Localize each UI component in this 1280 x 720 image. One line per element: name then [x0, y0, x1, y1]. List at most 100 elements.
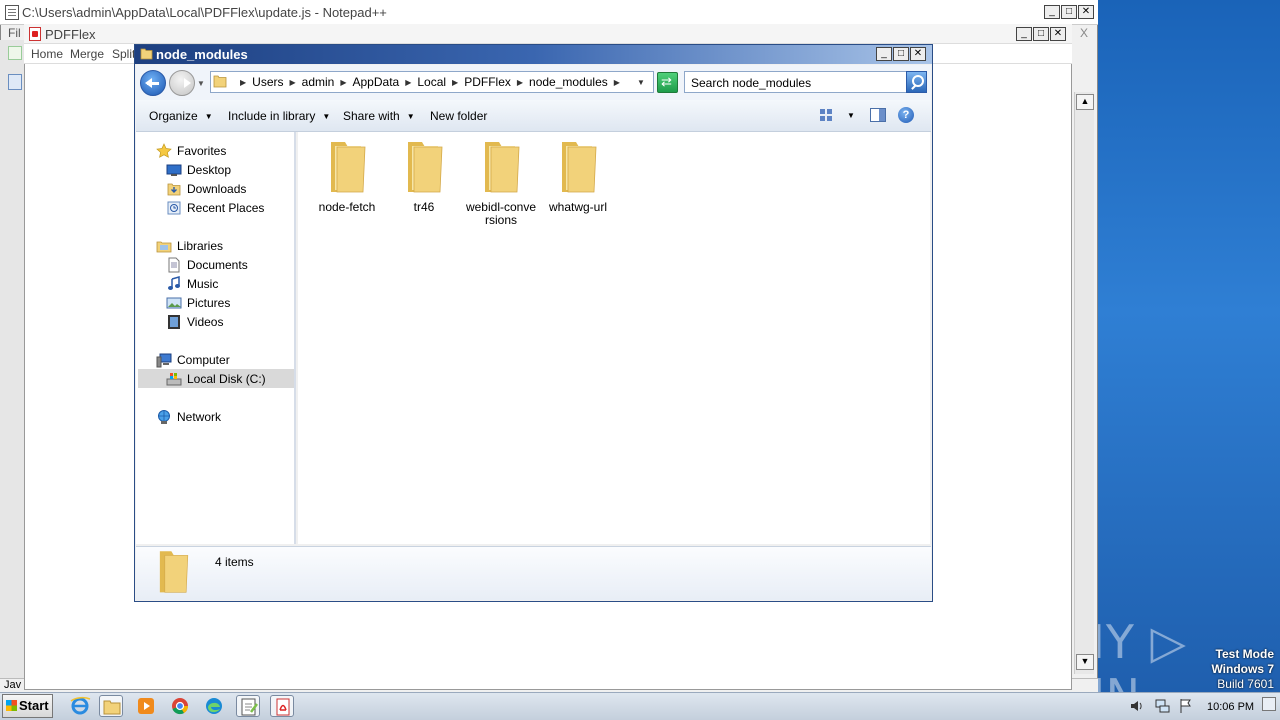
nav-item-documents[interactable]: Documents	[166, 255, 248, 274]
notepadpp-vertical-scrollbar[interactable]: ▲ ▼	[1074, 92, 1094, 674]
breadcrumb-arrow-icon[interactable]: ▶	[405, 78, 411, 87]
nav-item-libraries[interactable]: Libraries	[156, 236, 223, 255]
network-tray-icon[interactable]	[1154, 698, 1170, 714]
explorer-minimize-button[interactable]: _	[876, 47, 892, 61]
breadcrumb-node-modules[interactable]: node_modules	[529, 75, 608, 89]
notepadpp-menu-file[interactable]: Fil	[8, 26, 21, 40]
notepadpp-doc-tab-icon[interactable]	[8, 74, 22, 90]
include-in-library-button[interactable]: Include in library ▼	[228, 109, 330, 123]
breadcrumb-users[interactable]: Users	[252, 75, 283, 89]
nav-item-favorites[interactable]: Favorites	[156, 141, 226, 160]
music-icon	[168, 275, 180, 290]
pdfflex-menu-home[interactable]: Home	[31, 47, 63, 61]
action-center-flag-icon[interactable]	[1178, 698, 1194, 714]
organize-label: Organize	[149, 109, 198, 123]
help-icon[interactable]: ?	[898, 107, 914, 123]
nav-item-music[interactable]: Music	[166, 274, 218, 293]
breadcrumb-arrow-icon[interactable]: ▶	[614, 78, 620, 87]
pdfflex-menu-merge[interactable]: Merge	[70, 47, 104, 61]
notepadpp-new-file-icon[interactable]	[8, 46, 22, 60]
clock[interactable]: 10:06 PM	[1207, 701, 1254, 713]
breadcrumb-arrow-icon[interactable]: ▶	[340, 78, 346, 87]
address-history-chevron-down-icon[interactable]: ▼	[637, 78, 645, 87]
nav-label-pictures: Pictures	[187, 295, 231, 310]
search-placeholder: Search node_modules	[691, 76, 812, 90]
list-item[interactable]: whatwg-url	[541, 138, 615, 214]
chrome-icon[interactable]	[168, 695, 192, 717]
start-button[interactable]: Start	[2, 694, 53, 718]
view-options-chevron-down-icon[interactable]: ▼	[847, 111, 855, 120]
search-icon[interactable]	[906, 71, 927, 93]
nav-item-downloads[interactable]: Downloads	[166, 179, 246, 198]
nav-item-computer[interactable]: Computer	[156, 350, 230, 369]
recent-places-icon	[167, 201, 181, 214]
details-folder-icon	[159, 551, 189, 593]
ie-icon[interactable]	[68, 695, 92, 717]
nav-label-downloads: Downloads	[187, 181, 247, 196]
file-name-label: node-fetch	[318, 200, 376, 214]
organize-button[interactable]: Organize ▼	[149, 109, 213, 123]
pdf-taskbar-icon[interactable]	[270, 695, 294, 717]
star-icon	[156, 142, 172, 158]
explorer-close-button[interactable]: ✕	[910, 47, 926, 61]
volume-icon[interactable]	[1128, 698, 1144, 714]
breadcrumb-pdfflex[interactable]: PDFFlex	[464, 75, 511, 89]
share-with-button[interactable]: Share with ▼	[343, 109, 415, 123]
pictures-icon	[166, 297, 182, 308]
new-folder-button[interactable]: New folder	[430, 109, 487, 123]
nav-item-desktop[interactable]: Desktop	[166, 160, 231, 179]
nav-item-videos[interactable]: Videos	[166, 312, 223, 331]
pdfflex-menu-split[interactable]: Split	[112, 47, 135, 61]
media-player-icon[interactable]	[134, 695, 158, 717]
computer-icon	[156, 353, 172, 367]
breadcrumb: ▶ Users ▶ admin ▶ AppData ▶ Local ▶ PDFF…	[234, 75, 626, 89]
notepadpp-doc-close-icon[interactable]: X	[1080, 26, 1088, 40]
notepadpp-close-button[interactable]: ✕	[1078, 5, 1094, 19]
folder-icon	[562, 142, 597, 193]
pdfflex-minimize-button[interactable]: _	[1016, 27, 1032, 41]
pdfflex-title-bar[interactable]	[24, 24, 1072, 44]
list-item[interactable]: webidl-conversions	[464, 138, 538, 227]
pdfflex-maximize-button[interactable]: □	[1033, 27, 1049, 41]
build-label: Build 7601	[1217, 677, 1274, 691]
breadcrumb-arrow-icon[interactable]: ▶	[517, 78, 523, 87]
explorer-maximize-button[interactable]: □	[893, 47, 909, 61]
list-item[interactable]: tr46	[387, 138, 461, 214]
notepadpp-window-title: C:\Users\admin\AppData\Local\PDFFlex\upd…	[22, 5, 387, 20]
file-name-label: tr46	[413, 200, 435, 214]
notepadpp-minimize-button[interactable]: _	[1044, 5, 1060, 19]
pdfflex-close-button[interactable]: ✕	[1050, 27, 1066, 41]
back-arrow-icon[interactable]	[140, 70, 166, 96]
explorer-taskbar-icon[interactable]	[99, 695, 123, 717]
desktop-icon	[166, 164, 182, 176]
edge-icon[interactable]	[202, 695, 226, 717]
list-item[interactable]: node-fetch	[310, 138, 384, 214]
folder-icon	[331, 142, 366, 193]
notepadpp-taskbar-icon[interactable]	[236, 695, 260, 717]
breadcrumb-local[interactable]: Local	[417, 75, 446, 89]
notepadpp-maximize-button[interactable]: □	[1061, 5, 1077, 19]
show-desktop-button[interactable]	[1262, 697, 1276, 711]
breadcrumb-arrow-icon[interactable]: ▶	[452, 78, 458, 87]
breadcrumb-appdata[interactable]: AppData	[353, 75, 400, 89]
breadcrumb-arrow-icon[interactable]: ▶	[290, 78, 296, 87]
refresh-icon[interactable]	[657, 72, 678, 93]
nav-item-network[interactable]: Network	[156, 407, 221, 426]
explorer-title-bar[interactable]	[135, 45, 932, 64]
recent-pages-chevron-down-icon[interactable]: ▼	[197, 79, 205, 88]
videos-icon	[168, 314, 180, 329]
forward-arrow-icon[interactable]	[169, 70, 195, 96]
scroll-down-arrow-icon[interactable]: ▼	[1076, 654, 1094, 670]
breadcrumb-admin[interactable]: admin	[302, 75, 335, 89]
breadcrumb-arrow-icon[interactable]: ▶	[240, 78, 246, 87]
folder-icon	[485, 142, 520, 193]
nav-item-local-disk[interactable]: Local Disk (C:)	[166, 369, 266, 388]
share-with-label: Share with	[343, 109, 400, 123]
scroll-up-arrow-icon[interactable]: ▲	[1076, 94, 1094, 110]
preview-pane-icon[interactable]	[870, 108, 886, 122]
nav-item-recent-places[interactable]: Recent Places	[166, 198, 264, 217]
include-in-library-label: Include in library	[228, 109, 316, 123]
nav-item-pictures[interactable]: Pictures	[166, 293, 230, 312]
file-name-label: whatwg-url	[548, 200, 608, 214]
change-view-icon[interactable]	[819, 108, 833, 122]
